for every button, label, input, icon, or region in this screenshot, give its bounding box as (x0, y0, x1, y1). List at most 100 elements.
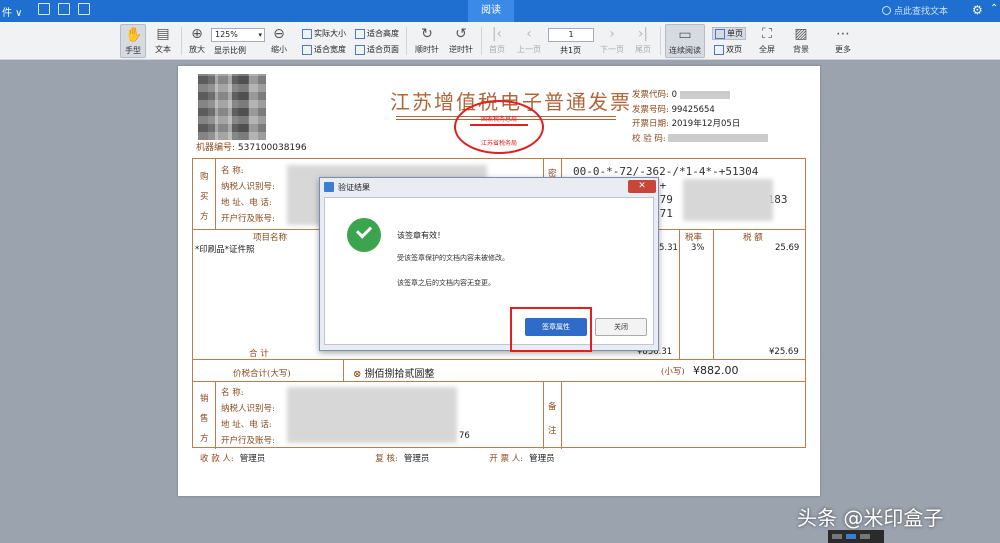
chevron-right-icon: › (609, 26, 615, 42)
item-tax: 25.69 (775, 243, 800, 253)
fit-page-button[interactable]: 适合页面 (355, 44, 399, 55)
sum-words: ⊗ 捌佰捌拾贰圆整 (353, 369, 435, 380)
search-box[interactable]: 点此查找文本 (882, 4, 948, 17)
background-button[interactable]: ▨ 背景 (786, 24, 816, 58)
double-page-icon (714, 44, 724, 55)
customize-icon[interactable] (78, 3, 90, 15)
actual-size-button[interactable]: 实际大小 (302, 28, 346, 39)
total-pages-label: 共1页 (560, 46, 582, 55)
buyer-label: 购买方 (200, 172, 209, 222)
sum-small-label: (小写) (661, 367, 685, 377)
total-tax: ¥25.69 (769, 347, 799, 357)
qr-code (198, 74, 266, 140)
last-page-button[interactable]: ›| 尾页 (632, 24, 654, 58)
tray-icon[interactable] (860, 534, 870, 539)
fit-width-icon (302, 44, 312, 55)
tab-read[interactable]: 阅读 (468, 0, 514, 22)
seal-box (470, 124, 528, 126)
after-message: 该签章之后的文档内容无变更。 (397, 279, 495, 287)
print-icon[interactable] (58, 3, 70, 15)
continuous-read-button[interactable]: ▭ 连续阅读 (665, 24, 705, 58)
zoom-in-button[interactable]: ⊕ 放大 (186, 24, 208, 58)
dialog-titlebar[interactable]: 验证结果 (320, 178, 658, 196)
zoom-out-button[interactable]: ⊖ 缩小 (268, 24, 290, 58)
tax-seal: 国家税务总局 江苏省税务局 (454, 100, 544, 154)
text-tool-button[interactable]: ▤ 文本 (150, 24, 176, 58)
quick-access-icons (38, 3, 90, 15)
dialog-body: 该签章有效！ 受该签章保护的文档内容未被修改。 该签章之后的文档内容无变更。 签… (324, 197, 654, 345)
invoice-meta: 发票代码: 0 发票号码: 99425654 开票日期: 2019年12月05日… (632, 88, 769, 146)
app-icon (324, 182, 334, 192)
more-dots-icon: ⋯ (836, 26, 850, 42)
item-rate: 3% (691, 243, 705, 253)
fit-page-icon (355, 44, 365, 55)
fit-height-icon (355, 28, 365, 39)
prev-page-button[interactable]: ‹ 上一页 (514, 24, 544, 58)
search-input[interactable]: 点此查找文本 (894, 4, 948, 17)
last-page-icon: ›| (637, 26, 649, 42)
highlight-box (510, 307, 592, 352)
rate-header: 税率 (685, 233, 703, 243)
separator (181, 27, 182, 55)
verification-dialog: 验证结果 ✕ 该签章有效！ 受该签章保护的文档内容未被修改。 该签章之后的文档内… (319, 177, 659, 351)
success-check-icon (347, 218, 381, 252)
separator (406, 27, 407, 55)
tray-icon[interactable] (832, 534, 842, 539)
valid-message: 该签章有效！ (397, 231, 445, 240)
folder-icon[interactable] (38, 3, 50, 15)
chevron-up-icon[interactable]: ⌃ (990, 3, 998, 14)
sum-label: 价税合计(大写) (233, 369, 291, 379)
plus-circle-icon: ⊕ (191, 26, 203, 42)
rotate-ccw-icon: ↺ (455, 26, 467, 42)
buyer-fields: 名 称: 纳税人识别号: 地 址、电 话: 开户行及账号: (221, 166, 275, 224)
hand-icon: ✋ (125, 27, 143, 43)
fit-height-button[interactable]: 适合高度 (355, 28, 399, 39)
tray-icon[interactable] (846, 534, 856, 539)
continuous-page-icon: ▭ (678, 27, 692, 43)
background-icon: ▨ (794, 26, 808, 42)
first-page-icon: |‹ (491, 26, 503, 42)
hand-tool-button[interactable]: ✋ 手型 (120, 24, 146, 58)
actual-size-icon (302, 28, 312, 39)
title-bar: 件 ∨ 阅读 点此查找文本 ⚙ ⌃ (0, 0, 1000, 22)
dialog-close-button[interactable]: ✕ (628, 180, 656, 193)
machine-number: 机器编号: 537100038196 (196, 143, 307, 153)
sum-small: ¥882.00 (693, 364, 739, 377)
more-button[interactable]: ⋯ 更多 (828, 24, 858, 58)
separator (660, 27, 661, 55)
item-header: 项目名称 (253, 233, 288, 243)
gear-icon[interactable]: ⚙ (972, 3, 983, 17)
remark-label: 备注 (548, 402, 557, 436)
system-tray (828, 530, 884, 543)
item-name: *印刷品*证件照 (195, 245, 255, 255)
single-page-button[interactable]: 单页 (712, 27, 746, 40)
item-amount: 5.31 (659, 243, 678, 253)
display-ratio-label: 显示比例 (214, 46, 246, 55)
double-page-button[interactable]: 双页 (714, 44, 742, 55)
separator (481, 27, 482, 55)
single-page-icon (715, 28, 725, 39)
zoom-select[interactable]: 125% ▾ (211, 28, 265, 42)
chevron-left-icon: ‹ (526, 26, 532, 42)
seller-redacted (287, 387, 457, 443)
fullscreen-icon: ⛶ (762, 26, 772, 42)
file-menu[interactable]: 件 ∨ (2, 4, 23, 19)
invoice-footer: 收 款 人: 管理员 复 核: 管理员 开 票 人: 管理员 (200, 454, 555, 464)
seller-label: 销售方 (200, 394, 209, 444)
rotate-clockwise-button[interactable]: ↻ 顺时针 (412, 24, 442, 58)
cipher-redacted (683, 179, 773, 221)
unmodified-message: 受该签章保护的文档内容未被修改。 (397, 254, 509, 262)
fit-width-button[interactable]: 适合宽度 (302, 44, 346, 55)
search-icon (882, 6, 891, 15)
rotate-cw-icon: ↻ (421, 26, 433, 42)
page-number-input[interactable]: 1 (548, 28, 594, 42)
first-page-button[interactable]: |‹ 首页 (486, 24, 508, 58)
chevron-down-icon: ▾ (258, 31, 262, 39)
close-button[interactable]: 关闭 (595, 318, 647, 336)
next-page-button[interactable]: › 下一页 (597, 24, 627, 58)
fullscreen-button[interactable]: ⛶ 全屏 (756, 24, 778, 58)
toolbar: ✋ 手型 ▤ 文本 ⊕ 放大 125% ▾ 显示比例 ⊖ 缩小 实际大小 适合宽… (0, 22, 1000, 60)
text-select-icon: ▤ (156, 26, 170, 42)
total-label: 合 计 (249, 349, 269, 359)
rotate-counterclockwise-button[interactable]: ↺ 逆时针 (446, 24, 476, 58)
